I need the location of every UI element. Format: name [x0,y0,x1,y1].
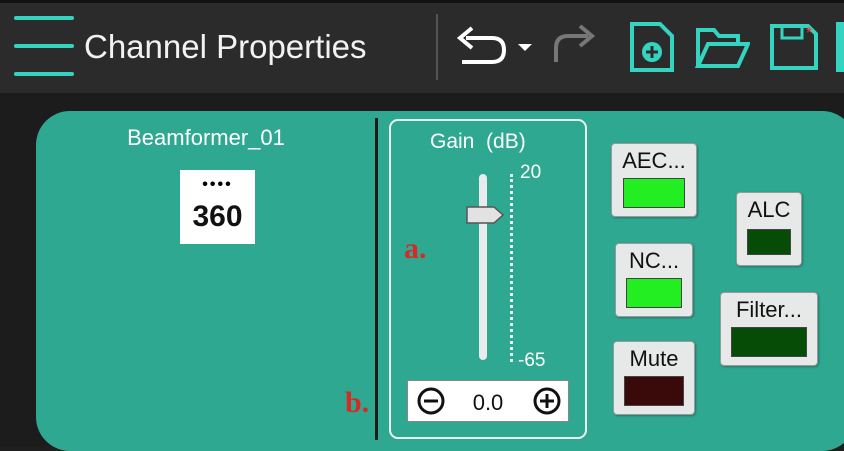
card-divider [375,118,378,440]
svg-text:*: * [806,25,812,42]
aec-button[interactable]: AEC... [611,143,697,217]
chevron-down-icon[interactable] [514,22,536,72]
filter-status-led [731,327,807,357]
new-file-icon[interactable] [626,22,678,72]
alc-status-led [747,229,791,255]
gain-min-label: -65 [518,350,546,371]
nc-button[interactable]: NC... [615,243,693,317]
header-bar: Channel Properties * [0,0,844,93]
device-icon-label: 360 [192,200,243,233]
undo-icon[interactable] [452,22,512,72]
filter-button[interactable]: Filter... [720,292,818,366]
annotation-b: b. [345,386,370,419]
gain-slider-track[interactable] [479,174,487,360]
minus-circle-icon[interactable] [416,386,446,416]
gain-value-input[interactable]: 0.0 [456,390,520,416]
toolbar-overflow-button[interactable] [836,22,844,72]
page-title: Channel Properties [84,28,367,65]
gain-stepper: 0.0 [407,380,569,422]
mute-button[interactable]: Mute [613,341,695,415]
alc-button[interactable]: ALC [736,192,802,266]
plus-circle-icon[interactable] [532,386,562,416]
gain-scale-ticks [507,174,513,362]
hamburger-menu-icon[interactable] [14,16,74,78]
header-top-border [0,0,844,3]
gain-unit: (dB) [486,130,526,153]
device-name: Beamformer_01 [127,125,285,150]
gain-title: Gain (dB) [430,130,526,154]
toolbar-separator [436,14,438,80]
mute-status-led [624,376,684,406]
gain-label: Gain [430,130,475,153]
open-folder-icon[interactable] [694,22,750,72]
annotation-a: a. [404,232,427,265]
save-icon[interactable]: * [768,22,820,72]
beamformer-360-icon[interactable]: •••• 360 [180,170,255,244]
nc-status-led [626,278,682,308]
aec-status-led [623,178,685,208]
gain-max-label: 20 [520,162,542,183]
redo-icon[interactable] [548,22,604,72]
gain-slider-thumb[interactable] [466,206,504,224]
